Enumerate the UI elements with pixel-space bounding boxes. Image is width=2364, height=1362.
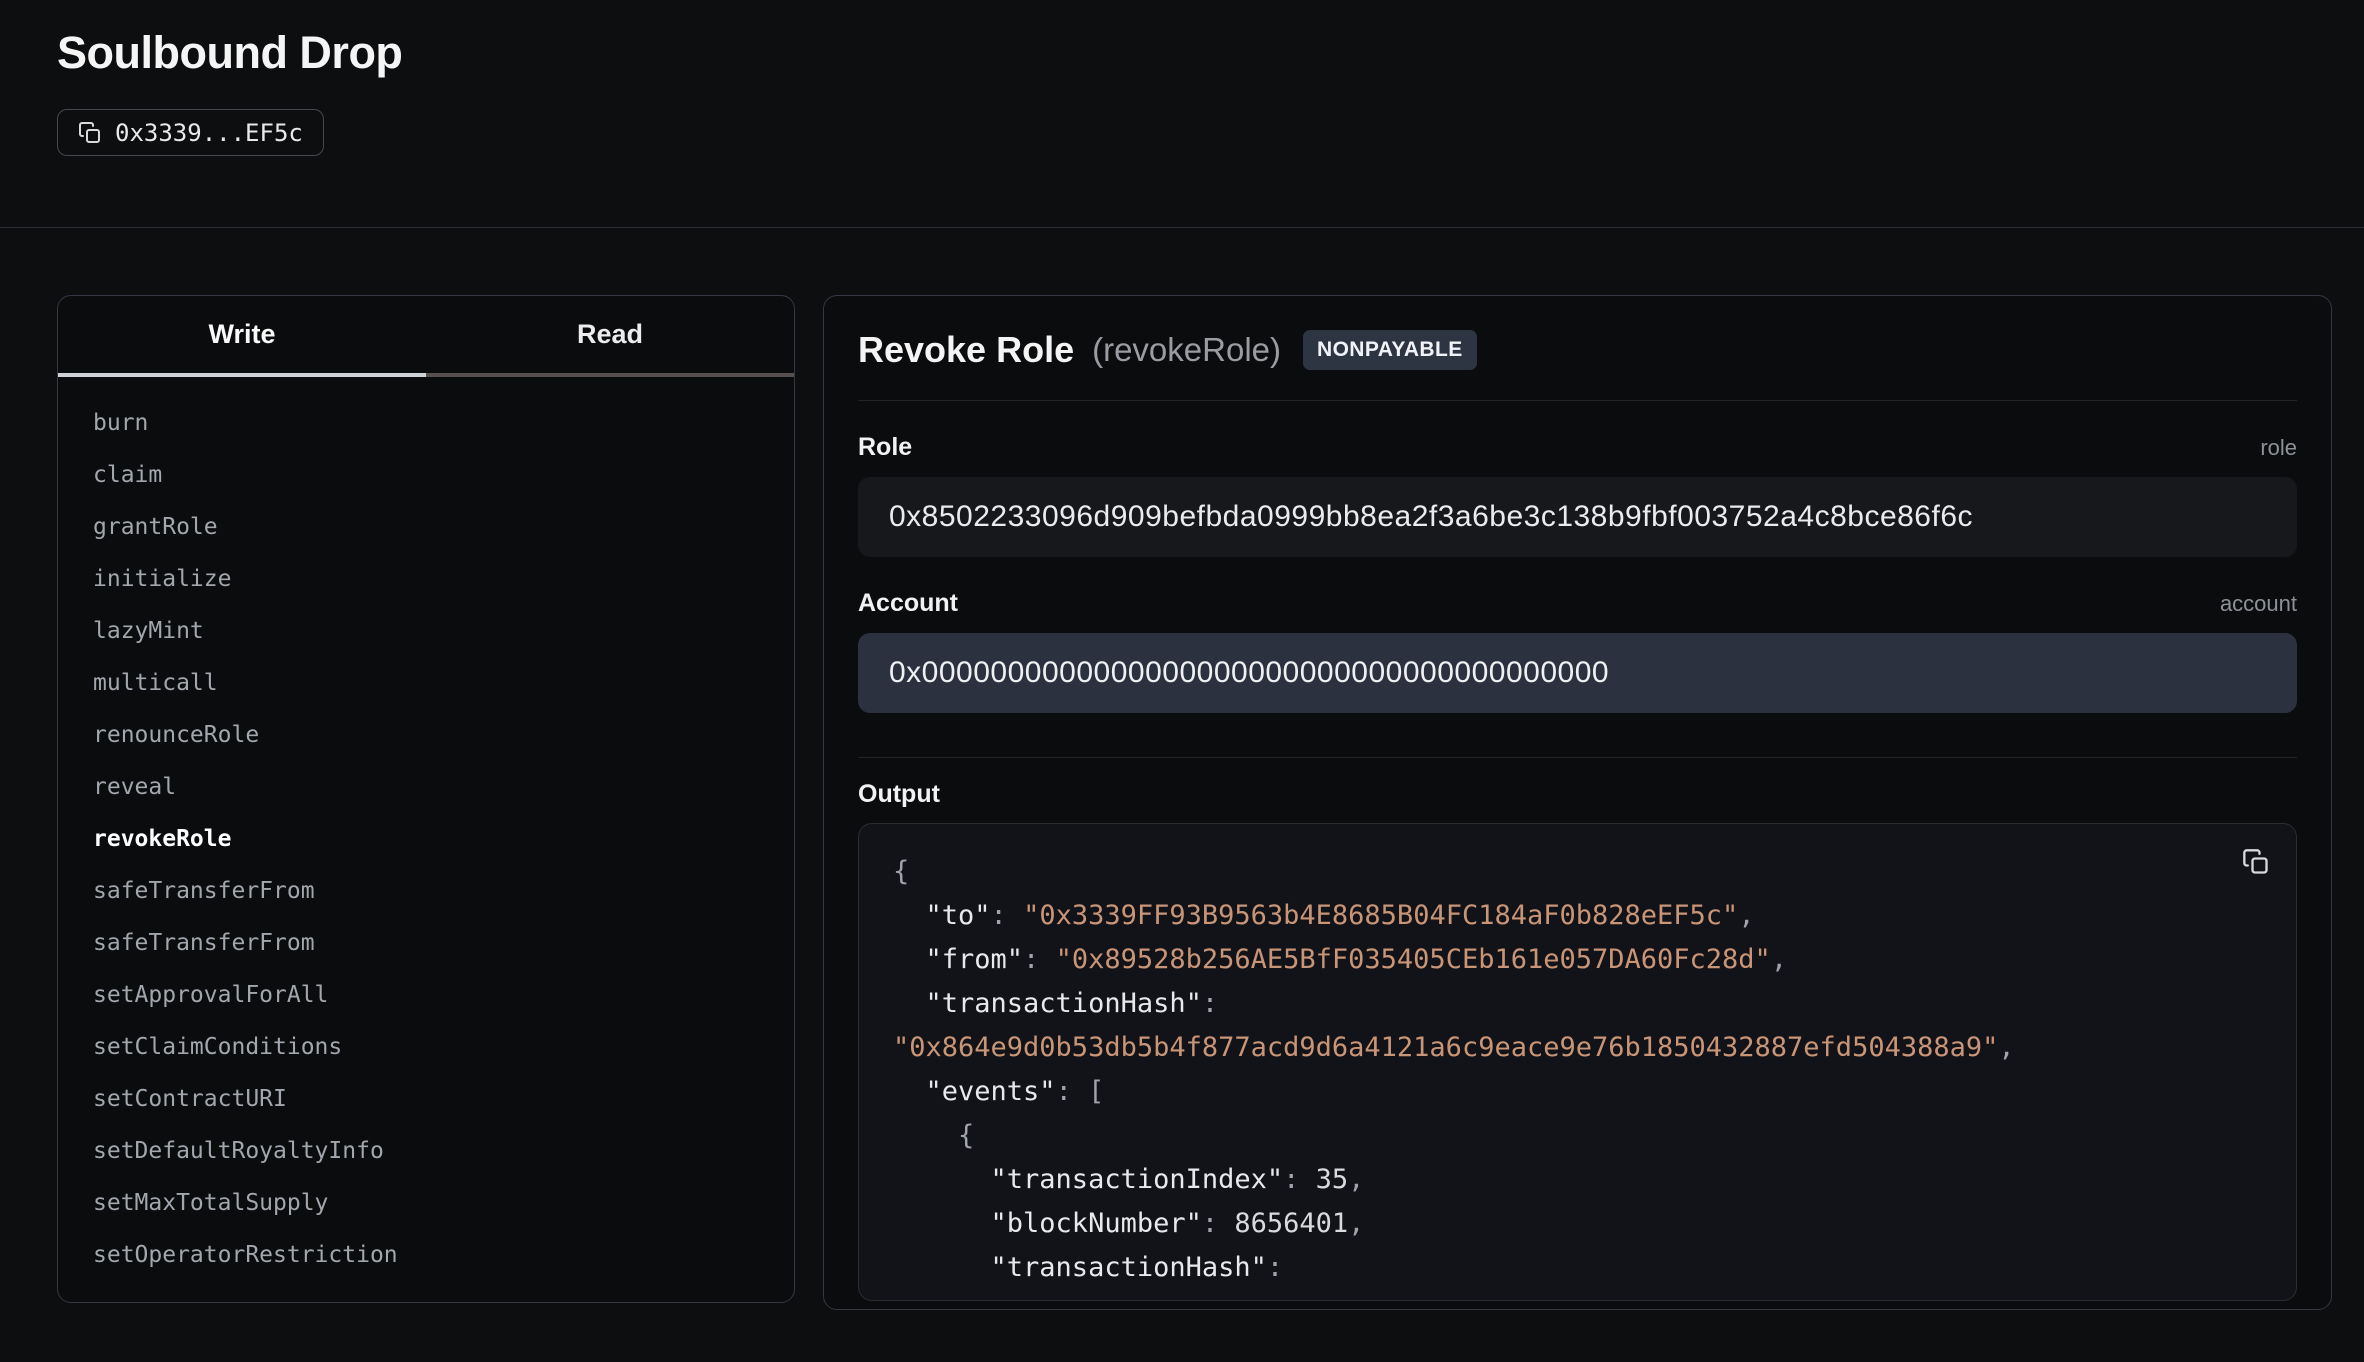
account-field-row: Account account (858, 589, 2297, 618)
copy-icon (78, 121, 102, 145)
account-input[interactable] (858, 633, 2297, 713)
function-signature: (revokeRole) (1092, 331, 1281, 369)
page-title: Soulbound Drop (57, 27, 2307, 79)
function-explorer-panel: Write Read burnclaimgrantRoleinitializel… (57, 295, 795, 1303)
function-runner-panel: Revoke Role (revokeRole) NONPAYABLE Role… (823, 295, 2332, 1310)
function-item-grantRole[interactable]: grantRole (58, 501, 794, 553)
function-item-safeTransferFrom[interactable]: safeTransferFrom (58, 865, 794, 917)
function-title: Revoke Role (858, 329, 1074, 371)
function-item-setClaimConditions[interactable]: setClaimConditions (58, 1021, 794, 1073)
output-code-block[interactable]: { "to": "0x3339FF93B9563b4E8685B04FC184a… (858, 823, 2297, 1301)
mutability-badge: NONPAYABLE (1303, 330, 1477, 370)
role-input[interactable] (858, 477, 2297, 557)
copy-icon (2242, 848, 2270, 876)
output-json: { "to": "0x3339FF93B9563b4E8685B04FC184a… (893, 850, 2262, 1290)
tab-row: Write Read (58, 296, 794, 377)
page-header: Soulbound Drop 0x3339...EF5c (0, 0, 2364, 228)
tab-write[interactable]: Write (58, 296, 426, 377)
account-field-label: Account (858, 589, 958, 618)
function-item-multicall[interactable]: multicall (58, 657, 794, 709)
function-item-lazyMint[interactable]: lazyMint (58, 605, 794, 657)
contract-address-label: 0x3339...EF5c (115, 119, 303, 147)
output-divider (858, 757, 2297, 758)
function-item-setDefaultRoyaltyInfo[interactable]: setDefaultRoyaltyInfo (58, 1125, 794, 1177)
function-item-setOperatorRestriction[interactable]: setOperatorRestriction (58, 1229, 794, 1281)
role-field-row: Role role (858, 433, 2297, 462)
function-item-reveal[interactable]: reveal (58, 761, 794, 813)
output-label: Output (858, 780, 2297, 809)
header-divider (858, 400, 2297, 401)
function-item-initialize[interactable]: initialize (58, 553, 794, 605)
contract-explorer: Write Read burnclaimgrantRoleinitializel… (0, 228, 2364, 1310)
account-field-hint: account (2220, 591, 2297, 617)
function-item-setApprovalForAll[interactable]: setApprovalForAll (58, 969, 794, 1021)
function-item-setMaxTotalSupply[interactable]: setMaxTotalSupply (58, 1177, 794, 1229)
function-item-setContractURI[interactable]: setContractURI (58, 1073, 794, 1125)
tab-read[interactable]: Read (426, 296, 794, 377)
role-field-label: Role (858, 433, 912, 462)
function-item-renounceRole[interactable]: renounceRole (58, 709, 794, 761)
function-list: burnclaimgrantRoleinitializelazyMintmult… (58, 377, 794, 1281)
contract-address-chip[interactable]: 0x3339...EF5c (57, 109, 324, 156)
copy-output-button[interactable] (2242, 848, 2270, 879)
function-item-revokeRole[interactable]: revokeRole (58, 813, 794, 865)
role-field-hint: role (2260, 435, 2297, 461)
function-item-claim[interactable]: claim (58, 449, 794, 501)
function-runner-header: Revoke Role (revokeRole) NONPAYABLE (858, 329, 2297, 371)
function-item-safeTransferFrom[interactable]: safeTransferFrom (58, 917, 794, 969)
function-item-burn[interactable]: burn (58, 397, 794, 449)
